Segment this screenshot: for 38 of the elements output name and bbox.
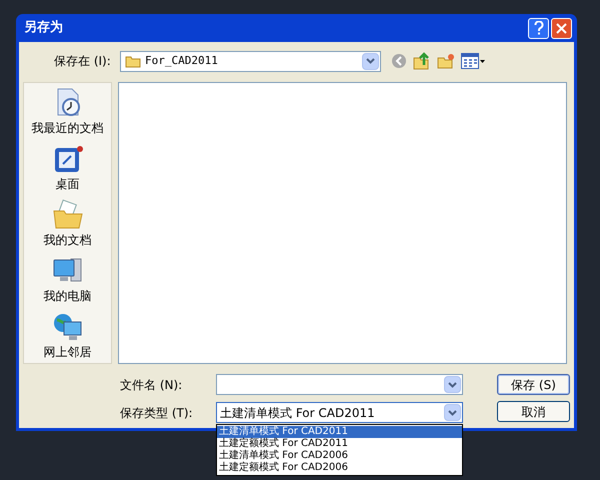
view-menu-button[interactable] bbox=[461, 53, 485, 69]
dropdown-button[interactable] bbox=[362, 52, 379, 70]
folder-icon bbox=[125, 54, 141, 68]
network-icon bbox=[52, 311, 84, 343]
window-title: 另存为 bbox=[24, 19, 63, 38]
dialog-button[interactable]: 保存 (S) bbox=[497, 374, 570, 395]
file-name-label: 文件名 (N): bbox=[120, 376, 184, 394]
places-item[interactable]: 桌面 bbox=[24, 143, 110, 193]
chevron-down-icon bbox=[448, 410, 457, 416]
dropdown-button[interactable] bbox=[444, 404, 461, 421]
folder-name: For_CAD2011 bbox=[145, 52, 219, 69]
chevron-down-icon bbox=[448, 382, 457, 388]
places-item[interactable]: 我的电脑 bbox=[24, 255, 110, 305]
up-folder-icon[interactable] bbox=[413, 52, 431, 70]
file-name-field[interactable] bbox=[216, 374, 463, 395]
save-type-dropdown[interactable]: 土建清单模式 For CAD2011 bbox=[216, 402, 463, 423]
chevron-down-icon bbox=[366, 58, 375, 64]
dropdown-button[interactable] bbox=[444, 376, 461, 393]
save-in-dropdown[interactable]: For_CAD2011 bbox=[120, 50, 381, 72]
save-type-option[interactable]: 土建清单模式 For CAD2006 bbox=[217, 450, 462, 462]
dialog-button[interactable]: 取消 bbox=[497, 401, 570, 422]
caret-icon bbox=[480, 60, 485, 62]
close-button[interactable] bbox=[551, 18, 572, 38]
save-type-option[interactable]: 土建清单模式 For CAD2011 bbox=[217, 426, 462, 438]
places-item[interactable]: 我最近的文档 bbox=[24, 87, 110, 137]
help-button[interactable] bbox=[528, 18, 549, 38]
save-type-option[interactable]: 土建定额模式 For CAD2011 bbox=[217, 438, 462, 450]
save-type-label: 保存类型 (T): bbox=[120, 404, 194, 422]
grid-view-icon bbox=[461, 53, 479, 69]
folder-icon bbox=[52, 199, 84, 231]
save-type-value: 土建清单模式 For CAD2011 bbox=[220, 404, 376, 422]
save-type-option[interactable]: 土建定额模式 For CAD2006 bbox=[217, 462, 462, 474]
close-icon bbox=[556, 22, 567, 34]
places-item[interactable]: 我的文档 bbox=[24, 199, 110, 249]
help-icon bbox=[534, 21, 544, 35]
save-in-label: 保存在 (I): bbox=[53, 53, 112, 70]
new-folder-icon[interactable] bbox=[437, 53, 455, 69]
places-item[interactable]: 网上邻居 bbox=[24, 311, 110, 361]
